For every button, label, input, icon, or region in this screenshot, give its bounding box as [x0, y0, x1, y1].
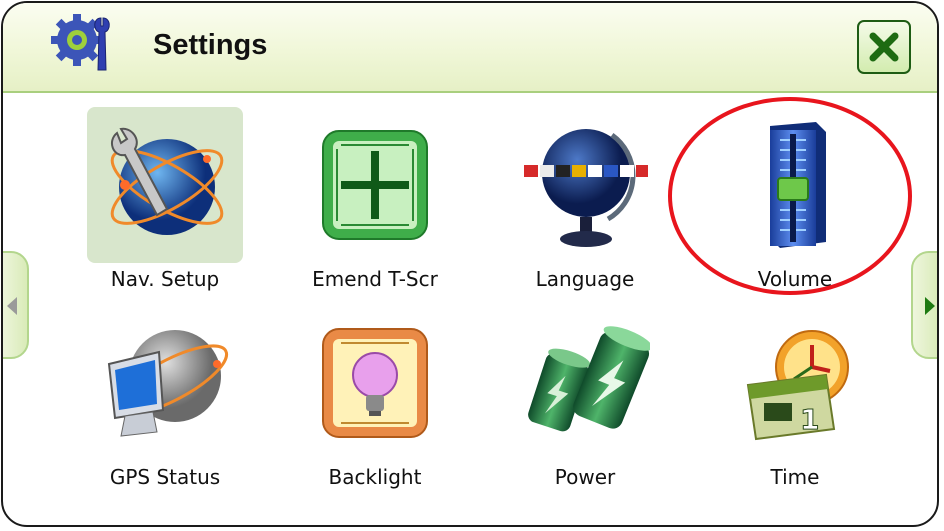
- nav-setup-globe-wrench-icon: [110, 127, 224, 235]
- item-icon-box: [87, 305, 243, 461]
- svg-text:1: 1: [800, 403, 819, 436]
- title-bar: Settings: [3, 3, 937, 93]
- arrow-right-icon: [925, 297, 935, 315]
- time-calendar-clock-icon: 1: [746, 330, 849, 441]
- item-icon-box: [297, 107, 453, 263]
- settings-gear-wrench-icon: [51, 14, 110, 71]
- setting-item-backlight[interactable]: Backlight: [275, 305, 475, 495]
- item-icon-box: [507, 305, 663, 461]
- item-icon-box: [717, 107, 873, 263]
- setting-item-gps-status[interactable]: GPS Status: [65, 305, 265, 495]
- close-icon: [869, 32, 899, 62]
- setting-item-nav-setup[interactable]: Nav. Setup: [65, 107, 265, 297]
- item-label: Power: [554, 465, 616, 489]
- item-label: GPS Status: [109, 465, 221, 489]
- close-button[interactable]: [857, 20, 911, 74]
- item-label: Volume: [757, 267, 833, 291]
- touchscreen-calibration-crosshair-icon: [322, 130, 428, 240]
- volume-slider-icon: [770, 122, 826, 248]
- setting-item-volume[interactable]: Volume: [695, 107, 895, 297]
- setting-item-emend-t-scr[interactable]: Emend T-Scr: [275, 107, 475, 297]
- language-globe-flags-icon: [524, 129, 648, 247]
- item-label: Backlight: [328, 465, 422, 489]
- power-battery-icon: [528, 326, 650, 432]
- setting-item-power[interactable]: Power: [485, 305, 685, 495]
- item-icon-box: [87, 107, 243, 263]
- page-title: Settings: [153, 29, 268, 61]
- gps-status-monitor-icon: [107, 330, 229, 437]
- next-page-button[interactable]: [911, 251, 937, 359]
- backlight-lightbulb-icon: [322, 328, 428, 438]
- setting-item-time[interactable]: 1 Time: [695, 305, 895, 495]
- item-icon-box: 1: [717, 305, 873, 461]
- item-label: Nav. Setup: [110, 267, 220, 291]
- settings-window: Settings Nav. Setup Emend T-Scr Language…: [1, 1, 939, 527]
- arrow-left-icon: [7, 297, 17, 315]
- previous-page-button[interactable]: [3, 251, 29, 359]
- item-label: Time: [770, 465, 820, 489]
- item-icon-box: [507, 107, 663, 263]
- setting-item-language[interactable]: Language: [485, 107, 685, 297]
- item-label: Language: [535, 267, 635, 291]
- item-icon-box: [297, 305, 453, 461]
- item-label: Emend T-Scr: [312, 267, 438, 291]
